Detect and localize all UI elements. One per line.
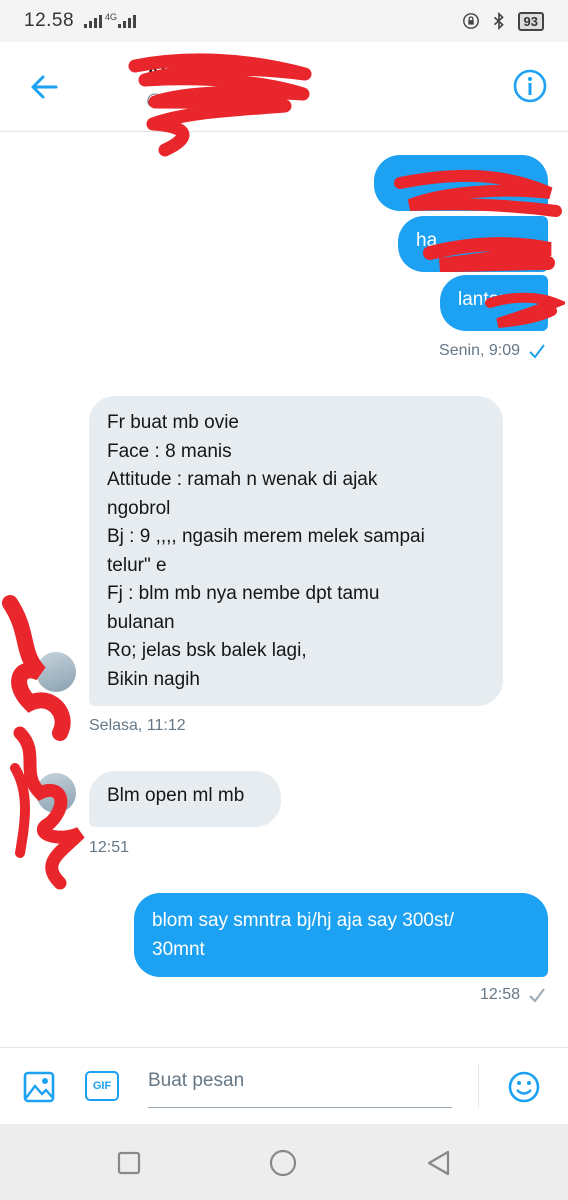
status-time: 12.58 [24,10,75,31]
incoming-message[interactable]: Blm open ml mb [89,771,281,827]
bluetooth-icon [493,12,504,30]
message-timestamp: Senin, 9:09 [439,342,546,360]
conversation-header: Ai @ [0,42,568,157]
message-input[interactable]: Buat pesan [148,1064,452,1108]
composer-divider [478,1064,479,1108]
system-navigation-bar [0,1124,568,1200]
outgoing-message[interactable]: lantar [440,275,548,331]
outgoing-message[interactable]: blom say smntra bj/hj aja say 300st/ 30m… [134,893,548,977]
outgoing-message[interactable] [374,155,548,211]
image-icon[interactable] [22,1070,56,1104]
message-timestamp: 12:58 [480,986,546,1004]
outgoing-message[interactable]: ha [398,216,548,272]
contact-handle[interactable]: @ [146,92,162,110]
lock-rotation-icon [462,13,479,29]
battery-indicator: 93 [517,11,544,31]
avatar[interactable] [36,773,76,813]
message-composer: GIF Buat pesan [0,1047,568,1124]
signal-icon [84,14,103,28]
incoming-message[interactable]: Fr buat mb ovie Face : 8 manis Attitude … [89,396,503,706]
message-list[interactable]: ha lantar Senin, 9:09 Fr buat mb ovie Fa… [0,133,568,1045]
info-icon[interactable] [512,68,548,104]
read-check-icon [529,344,545,359]
sent-check-icon [529,988,545,1003]
message-timestamp: Selasa, 11:12 [89,717,186,734]
avatar[interactable] [36,652,76,692]
network-type: 4G [105,12,118,22]
back-arrow-icon[interactable] [28,70,62,104]
message-timestamp: 12:51 [89,839,130,856]
status-bar: 12.58 4G 93 [0,0,568,42]
back-triangle-icon[interactable] [424,1148,454,1178]
recents-icon[interactable] [114,1148,144,1178]
signal-icon-2 [118,14,137,28]
home-icon[interactable] [268,1148,298,1178]
emoji-icon[interactable] [507,1070,541,1104]
contact-name[interactable]: Ai [146,62,166,85]
gif-icon[interactable]: GIF [85,1071,119,1101]
